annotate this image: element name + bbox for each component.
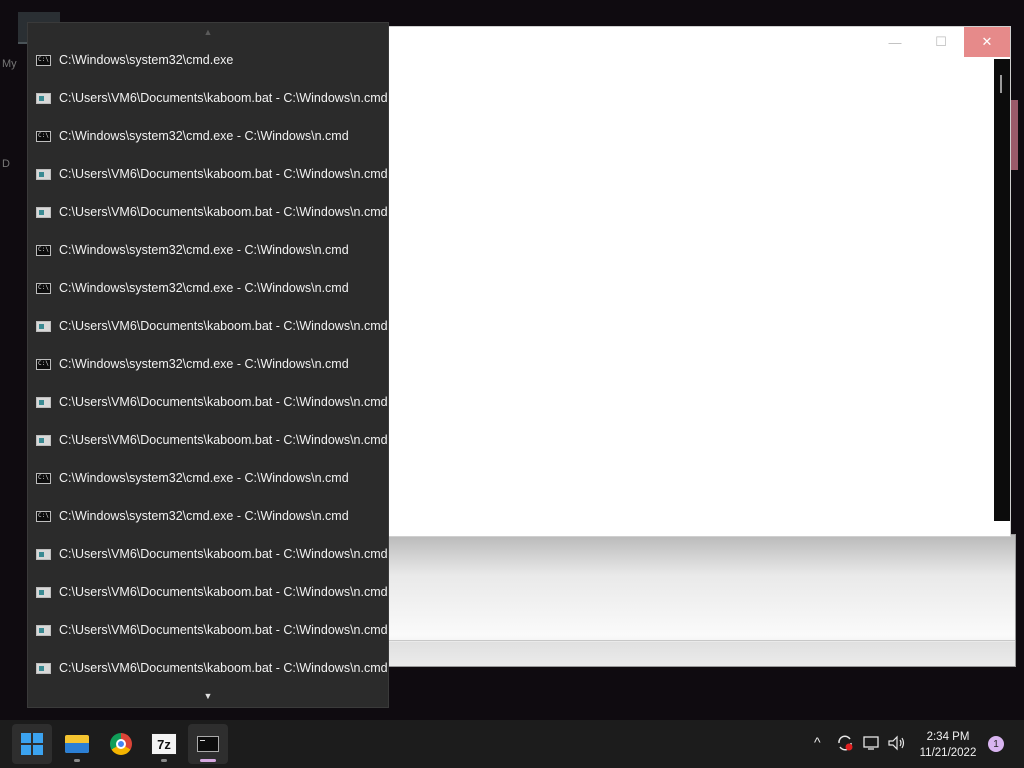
clock-time: 2:34 PM xyxy=(926,731,970,743)
terminal-icon xyxy=(197,736,219,752)
clock[interactable]: 2:34 PM 11/21/2022 xyxy=(916,729,980,761)
window-list-item-label: C:\Windows\system32\cmd.exe xyxy=(59,53,234,67)
sync-icon[interactable] xyxy=(836,734,854,752)
window-list-item[interactable]: C:\Users\VM6\Documents\kaboom.bat - C:\W… xyxy=(28,156,388,194)
chrome-icon xyxy=(110,733,132,755)
windows-logo-icon xyxy=(21,733,43,755)
running-indicator xyxy=(161,759,167,762)
window-list-item-label: C:\Users\VM6\Documents\kaboom.bat - C:\W… xyxy=(59,205,388,219)
network-icon[interactable] xyxy=(863,735,881,751)
window-list-item[interactable]: C:\Users\VM6\Documents\kaboom.bat - C:\W… xyxy=(28,80,388,118)
bat-file-icon xyxy=(36,663,51,674)
window-list-item[interactable]: C:\Users\VM6\Documents\kaboom.bat - C:\W… xyxy=(28,574,388,612)
bat-file-icon xyxy=(36,549,51,560)
window-list-item-label: C:\Users\VM6\Documents\kaboom.bat - C:\W… xyxy=(59,319,388,333)
window-list-item[interactable]: C:\Users\VM6\Documents\kaboom.bat - C:\W… xyxy=(28,536,388,574)
console-scrollbar[interactable] xyxy=(994,59,1010,521)
maximize-button[interactable]: ☐ xyxy=(918,27,964,57)
file-explorer-button[interactable] xyxy=(57,724,97,764)
window-list-item[interactable]: C:\Users\VM6\Documents\kaboom.bat - C:\W… xyxy=(28,612,388,650)
window-list-item-label: C:\Windows\system32\cmd.exe - C:\Windows… xyxy=(59,357,349,371)
window-list-item-label: C:\Windows\system32\cmd.exe - C:\Windows… xyxy=(59,509,349,523)
foreground-window[interactable]: — ☐ ✕ xyxy=(388,26,1011,537)
bat-file-icon xyxy=(36,93,51,104)
start-button[interactable] xyxy=(12,724,52,764)
7zip-icon: 7z xyxy=(151,733,177,755)
bat-file-icon xyxy=(36,397,51,408)
window-list-item[interactable]: C:\Windows\system32\cmd.exe - C:\Windows… xyxy=(28,232,388,270)
terminal-button[interactable] xyxy=(188,724,228,764)
window-list-item[interactable]: C:\Users\VM6\Documents\kaboom.bat - C:\W… xyxy=(28,422,388,460)
bat-file-icon xyxy=(36,435,51,446)
taskbar-jump-list: ▲ C:\Windows\system32\cmd.exe C:\Users\VM… xyxy=(27,22,389,708)
window-list-item[interactable]: C:\Windows\system32\cmd.exe - C:\Windows… xyxy=(28,346,388,384)
window-list-item-label: C:\Windows\system32\cmd.exe - C:\Windows… xyxy=(59,129,349,143)
window-list: C:\Windows\system32\cmd.exe C:\Users\VM6\… xyxy=(28,42,388,688)
clock-date: 11/21/2022 xyxy=(919,747,977,759)
window-list-item[interactable]: C:\Users\VM6\Documents\kaboom.bat - C:\W… xyxy=(28,194,388,232)
window-list-item[interactable]: C:\Users\VM6\Documents\kaboom.bat - C:\W… xyxy=(28,384,388,422)
desktop-label: My xyxy=(2,58,17,70)
scrollbar-thumb[interactable] xyxy=(1000,75,1002,93)
window-list-item-label: C:\Users\VM6\Documents\kaboom.bat - C:\W… xyxy=(59,623,388,637)
window-list-item-label: C:\Users\VM6\Documents\kaboom.bat - C:\W… xyxy=(59,433,388,447)
chrome-button[interactable] xyxy=(101,724,141,764)
bat-file-icon xyxy=(36,169,51,180)
bat-file-icon xyxy=(36,625,51,636)
window-list-item-label: C:\Windows\system32\cmd.exe - C:\Windows… xyxy=(59,281,349,295)
window-list-item-label: C:\Users\VM6\Documents\kaboom.bat - C:\W… xyxy=(59,167,388,181)
bat-file-icon xyxy=(36,587,51,598)
window-list-item[interactable]: C:\Windows\system32\cmd.exe - C:\Windows… xyxy=(28,118,388,156)
cmd-icon xyxy=(36,283,51,294)
cmd-icon xyxy=(36,245,51,256)
scroll-down-arrow-icon[interactable]: ▼ xyxy=(28,687,388,705)
7zip-button[interactable]: 7z xyxy=(144,724,184,764)
bat-file-icon xyxy=(36,321,51,332)
window-list-item-label: C:\Windows\system32\cmd.exe - C:\Windows… xyxy=(59,471,349,485)
cmd-icon xyxy=(36,359,51,370)
window-list-item-label: C:\Users\VM6\Documents\kaboom.bat - C:\W… xyxy=(59,91,388,105)
window-list-item[interactable]: C:\Windows\system32\cmd.exe - C:\Windows… xyxy=(28,498,388,536)
minimize-button[interactable]: — xyxy=(872,27,918,57)
cmd-icon xyxy=(36,131,51,142)
close-button[interactable]: ✕ xyxy=(964,27,1010,57)
window-list-item[interactable]: C:\Windows\system32\cmd.exe - C:\Windows… xyxy=(28,270,388,308)
window-list-item[interactable]: C:\Windows\system32\cmd.exe - C:\Windows… xyxy=(28,460,388,498)
bat-file-icon xyxy=(36,207,51,218)
volume-icon[interactable] xyxy=(887,735,907,751)
window-list-item-label: C:\Windows\system32\cmd.exe - C:\Windows… xyxy=(59,243,349,257)
show-hidden-icons-button[interactable]: ^ xyxy=(814,734,821,750)
window-list-item-label: C:\Users\VM6\Documents\kaboom.bat - C:\W… xyxy=(59,395,388,409)
cmd-icon xyxy=(36,55,51,66)
running-indicator xyxy=(74,759,80,762)
window-list-item[interactable]: C:\Users\VM6\Documents\kaboom.bat - C:\W… xyxy=(28,650,388,688)
window-list-item[interactable]: C:\Users\VM6\Documents\kaboom.bat - C:\W… xyxy=(28,308,388,346)
window-list-item-label: C:\Users\VM6\Documents\kaboom.bat - C:\W… xyxy=(59,547,388,561)
scroll-up-arrow-icon[interactable]: ▲ xyxy=(28,23,388,41)
cmd-icon xyxy=(36,511,51,522)
cmd-icon xyxy=(36,473,51,484)
window-list-item[interactable]: C:\Windows\system32\cmd.exe xyxy=(28,42,388,80)
background-window-edge xyxy=(1010,100,1018,170)
window-list-item-label: C:\Users\VM6\Documents\kaboom.bat - C:\W… xyxy=(59,661,388,675)
window-list-item-label: C:\Users\VM6\Documents\kaboom.bat - C:\W… xyxy=(59,585,388,599)
active-indicator xyxy=(200,759,216,762)
desktop-label: D xyxy=(2,158,10,170)
notification-badge[interactable]: 1 xyxy=(988,736,1004,752)
background-window[interactable] xyxy=(388,534,1016,667)
folder-icon xyxy=(65,735,89,753)
